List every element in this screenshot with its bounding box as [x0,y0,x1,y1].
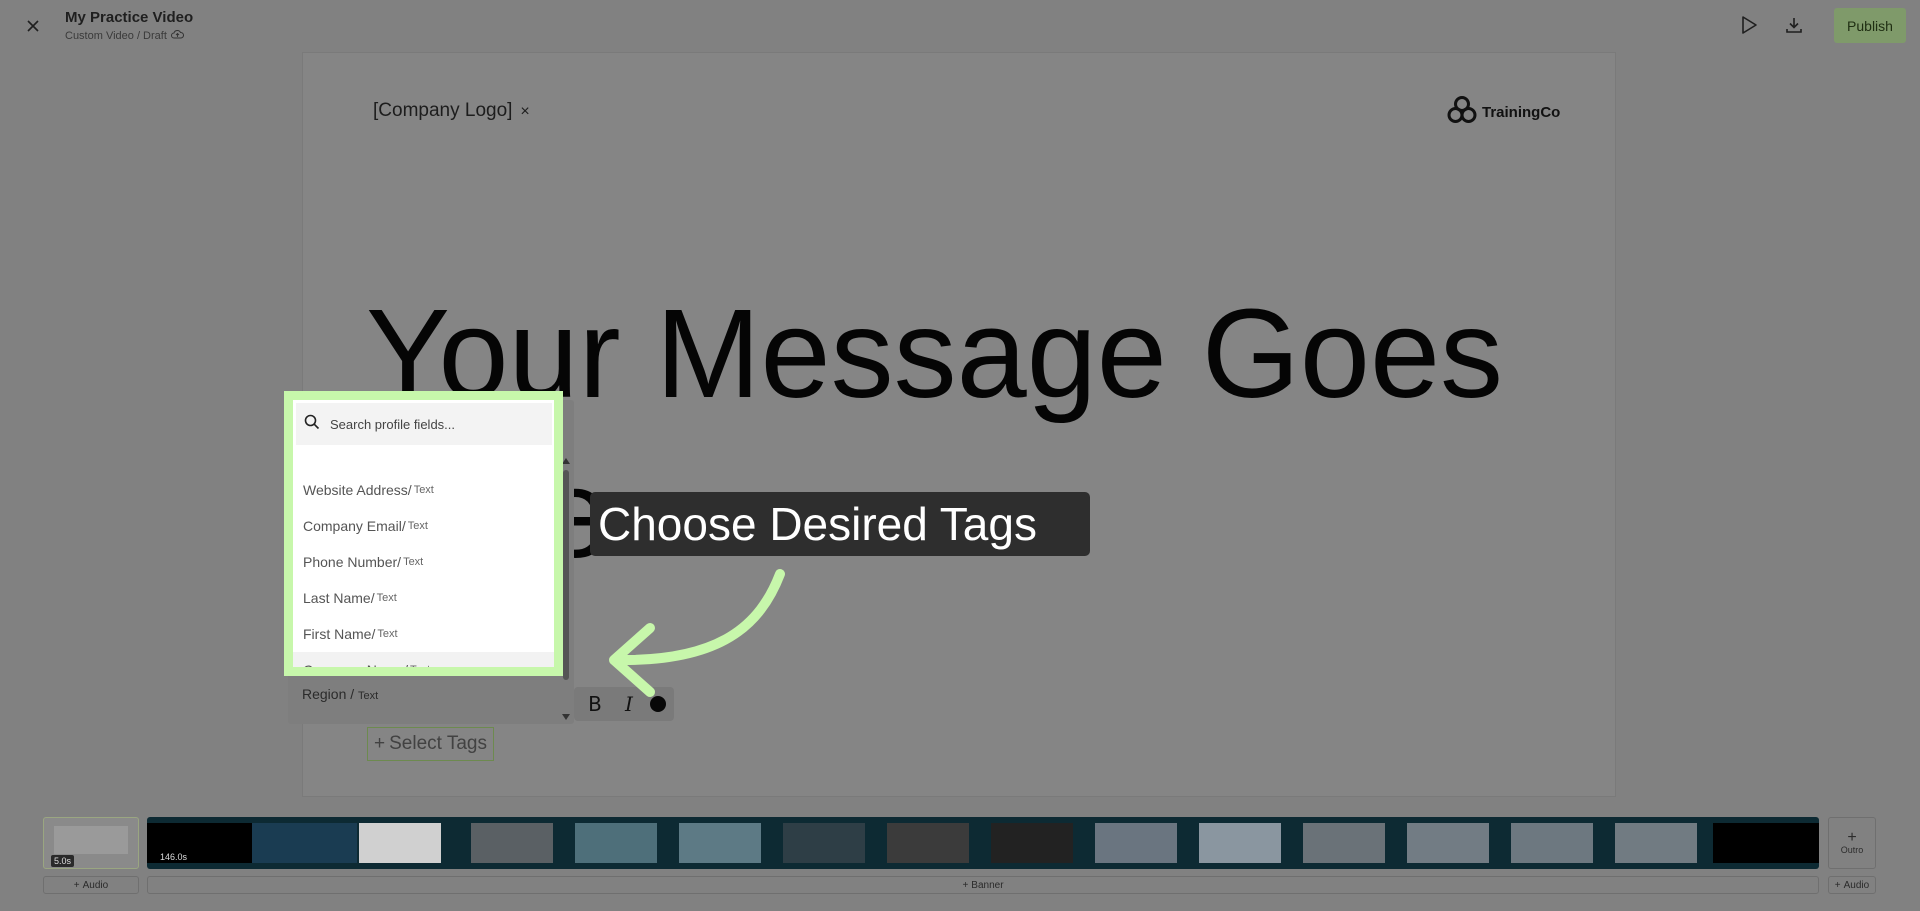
tag-option-name: Website Address [303,482,408,498]
tag-option-name: Last Name [303,590,371,606]
add-banner-button[interactable]: + Banner [147,876,1819,894]
tutorial-callout: Choose Desired Tags [590,492,1090,556]
frame-thumbnail [783,823,865,863]
play-icon[interactable] [1736,12,1762,38]
tag-option-name: Company Name [303,662,405,676]
close-icon[interactable] [20,13,46,39]
frame-thumbnail [1713,823,1819,863]
add-banner-label: Banner [971,879,1004,891]
tag-option-type: Text [410,664,431,676]
tag-option-first-name[interactable]: First Name / Text [293,616,554,652]
frame-thumbnail [1199,823,1281,863]
add-outro-button[interactable]: + Outro [1828,817,1876,869]
frame-thumbnail [887,823,969,863]
frame-thumbnail [679,823,761,863]
download-icon[interactable] [1781,12,1807,38]
tag-option-separator: / [346,686,359,702]
tag-option-separator: / [370,590,375,606]
plus-icon: + [73,879,80,891]
tag-option-type: Text [358,690,379,702]
tag-option-phone-number[interactable]: Phone Number / Text [293,544,554,580]
frame-thumbnail [1303,823,1385,863]
scroll-thumb[interactable] [563,470,569,680]
frame-thumbnail [575,823,657,863]
company-logo-placeholder[interactable]: [Company Logo] × [373,100,530,122]
search-icon [304,414,320,435]
scroll-down-arrow-icon[interactable] [562,714,570,720]
frame-thumbnail [252,823,357,863]
tag-option-list: Website Address / Text Company Email / T… [293,472,554,676]
brand-name: TrainingCo [1482,104,1561,121]
tag-option-website-address[interactable]: Website Address / Text [293,472,554,508]
tag-option-separator: / [401,518,406,534]
callout-arrow-icon [600,566,790,711]
video-title: My Practice Video [65,9,194,26]
frame-thumbnail [1511,823,1593,863]
tag-option-region[interactable]: Region / Text [302,686,378,702]
plus-icon: + [1847,829,1857,846]
main-clip-duration: 146.0s [160,852,188,862]
company-logo-text: [Company Logo] [373,100,513,121]
tag-option-name: Company Email [303,518,402,534]
frame-thumbnail [359,823,441,863]
tag-option-name: First Name [303,626,372,642]
frame-thumbnail [991,823,1073,863]
add-audio-right-button[interactable]: + Audio [1828,876,1876,894]
trainingco-logo-icon [1446,94,1478,131]
intro-clip-duration: 5.0s [51,855,75,867]
top-bar: My Practice Video Custom Video / Draft P… [0,0,1920,50]
add-audio-label: Audio [82,879,109,891]
brand-logo: TrainingCo [1446,94,1560,131]
frame-thumbnail [1095,823,1177,863]
plus-icon: + [962,879,969,891]
tag-option-type: Text [413,484,434,496]
publish-button[interactable]: Publish [1834,8,1906,43]
add-audio-left-button[interactable]: + Audio [43,876,139,894]
tag-option-separator: / [397,554,402,570]
tag-option-separator: / [407,482,412,498]
frame-thumbnail [1407,823,1489,863]
tag-option-name: Phone Number [303,554,398,570]
select-tags-button[interactable]: + Select Tags [367,727,494,761]
tag-option-company-name[interactable]: Company Name / Text [293,652,554,676]
tag-option-name: Region [302,686,347,702]
tag-option-separator: / [371,626,376,642]
video-status-text: Custom Video / Draft [65,29,167,42]
scroll-up-arrow-icon[interactable] [562,458,570,464]
profile-field-search[interactable] [296,403,552,445]
tag-option-type: Text [376,592,397,604]
outro-label: Outro [1840,845,1864,855]
timeline: 5.0s 146.0s + Outro + Audio + Banner + Audi… [0,812,1920,911]
plus-icon: + [1834,879,1841,891]
tag-option-separator: / [404,662,409,676]
intro-clip[interactable]: 5.0s [43,817,139,869]
intro-clip-thumbnail [54,826,128,854]
frame-thumbnail [471,823,553,863]
tag-dropdown-highlight: Website Address / Text Company Email / T… [284,391,563,676]
callout-text: Choose Desired Tags [598,498,1037,550]
video-status: Custom Video / Draft [65,29,184,42]
tag-option-type: Text [403,556,424,568]
add-audio-label: Audio [1843,879,1870,891]
remove-logo-icon[interactable]: × [520,103,529,120]
tag-option-last-name[interactable]: Last Name / Text [293,580,554,616]
cloud-sync-icon [170,29,184,42]
search-input[interactable] [330,416,530,432]
main-video-strip[interactable]: 146.0s [147,817,1819,869]
tag-option-type: Text [407,520,428,532]
dropdown-scrollbar[interactable] [562,458,570,720]
select-tags-label: Select Tags [389,733,487,754]
tag-option-type: Text [377,628,398,640]
plus-icon: + [374,733,386,754]
tag-option-company-email[interactable]: Company Email / Text [293,508,554,544]
frame-thumbnail [1615,823,1697,863]
